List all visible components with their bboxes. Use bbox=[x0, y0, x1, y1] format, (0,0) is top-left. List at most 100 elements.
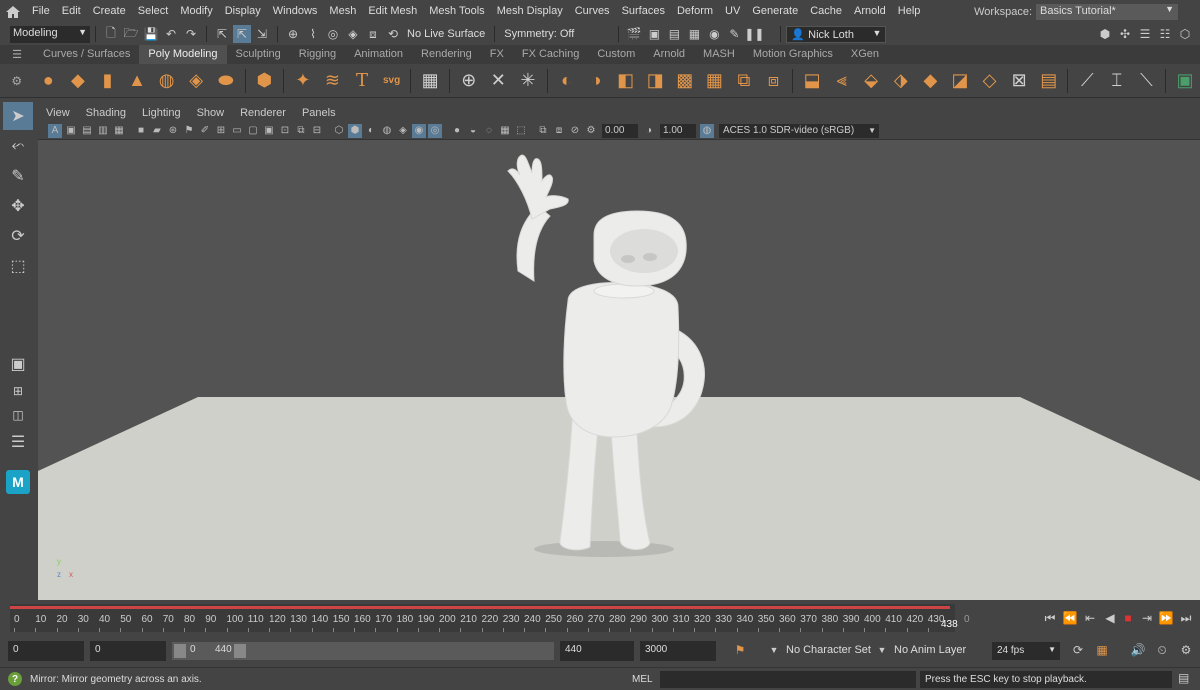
range-start-handle[interactable] bbox=[174, 644, 186, 658]
step-back-frame-icon[interactable]: ⇤ bbox=[1082, 610, 1098, 626]
view-transform-select[interactable]: ACES 1.0 SDR-video (sRGB) ▼ bbox=[719, 123, 879, 138]
color-management-icon[interactable]: ◍ bbox=[700, 123, 714, 138]
reset-transform-icon[interactable]: ✳ bbox=[514, 67, 542, 95]
combine-icon[interactable]: ◐ bbox=[553, 67, 581, 95]
outliner-icon[interactable]: ☰ bbox=[3, 428, 33, 456]
poly-disc-icon[interactable]: ⬬ bbox=[212, 67, 240, 95]
create-grid-icon[interactable]: ▦ bbox=[416, 67, 444, 95]
scale-tool-icon[interactable]: ⬚ bbox=[3, 252, 33, 280]
bevel-icon[interactable]: ⬙ bbox=[857, 67, 885, 95]
hypershade-icon[interactable]: ◉ bbox=[705, 25, 723, 43]
lock-camera-icon[interactable]: ▰ bbox=[150, 124, 164, 138]
gate-mask-icon[interactable]: ▣ bbox=[262, 124, 276, 138]
single-pane-layout-icon[interactable]: ▣ bbox=[3, 350, 33, 378]
make-live-icon[interactable]: ⟲ bbox=[384, 25, 402, 43]
screen-space-ao-icon[interactable]: ◎ bbox=[428, 123, 442, 138]
depth-of-field-icon[interactable]: ◌ bbox=[482, 124, 496, 138]
panel-menu-lighting[interactable]: Lighting bbox=[134, 107, 189, 119]
smooth-icon[interactable]: ▩ bbox=[671, 67, 699, 95]
playback-end-field[interactable]: 440 bbox=[560, 641, 634, 661]
user-account-select[interactable]: 👤 Nick Loth ▼ bbox=[786, 25, 887, 43]
isolate-select-icon[interactable]: ▦ bbox=[498, 124, 512, 138]
poly-type-icon[interactable]: T bbox=[348, 67, 376, 95]
rotate-tool-icon[interactable]: ⟳ bbox=[3, 222, 33, 250]
tab-xgen[interactable]: XGen bbox=[842, 45, 888, 64]
character-set-select[interactable]: No Character Set bbox=[786, 644, 871, 656]
tab-fx-caching[interactable]: FX Caching bbox=[513, 45, 588, 64]
use-lights-icon[interactable]: ◈ bbox=[396, 124, 410, 138]
range-end-handle[interactable] bbox=[234, 644, 246, 658]
tab-sculpting[interactable]: Sculpting bbox=[227, 45, 290, 64]
select-component-icon[interactable]: ⇲ bbox=[253, 25, 271, 43]
multi-cut-icon[interactable]: ⟋ bbox=[1073, 67, 1101, 95]
shadows-icon[interactable]: ◉ bbox=[412, 123, 426, 138]
bookmark-icon[interactable]: ▤ bbox=[80, 124, 94, 138]
viewport-panel[interactable]: View Shading Lighting Show Renderer Pane… bbox=[38, 104, 1200, 600]
menu-uv[interactable]: UV bbox=[719, 0, 746, 23]
wireframe-icon[interactable]: ⬡ bbox=[332, 124, 346, 138]
menu-mesh-tools[interactable]: Mesh Tools bbox=[423, 0, 490, 23]
smooth-shade-icon[interactable]: ⬢ bbox=[348, 123, 362, 138]
select-camera-icon[interactable]: A bbox=[48, 123, 62, 138]
symmetry-select[interactable]: Symmetry: Off bbox=[504, 28, 574, 40]
sound-icon[interactable]: 🔊 bbox=[1130, 642, 1146, 658]
help-icon[interactable]: ? bbox=[8, 672, 22, 686]
command-line-input[interactable] bbox=[660, 671, 916, 688]
select-hierarchy-icon[interactable]: ⇱ bbox=[213, 25, 231, 43]
channel-box-icon[interactable]: ⬡ bbox=[1176, 25, 1194, 43]
shelf-settings-icon[interactable]: ⚙ bbox=[0, 74, 34, 88]
arnold-render-icon[interactable]: ✎ bbox=[725, 25, 743, 43]
character-controls-icon[interactable]: ✣ bbox=[1116, 25, 1134, 43]
menu-mesh-display[interactable]: Mesh Display bbox=[491, 0, 569, 23]
two-pane-layout-icon[interactable]: ◫ bbox=[3, 404, 33, 426]
poly-sphere-icon[interactable]: ● bbox=[35, 67, 63, 95]
tool-settings-icon[interactable]: ☷ bbox=[1156, 25, 1174, 43]
ipr-render-icon[interactable]: ▤ bbox=[665, 25, 683, 43]
field-chart-icon[interactable]: ⊡ bbox=[278, 124, 292, 138]
fill-hole-icon[interactable]: ◪ bbox=[946, 67, 974, 95]
menuset-select[interactable]: Modeling ▼ bbox=[10, 25, 90, 43]
freeze-transform-icon[interactable]: ✕ bbox=[485, 67, 513, 95]
snap-curve-icon[interactable]: ⌇ bbox=[304, 25, 322, 43]
render-frame-icon[interactable]: ▣ bbox=[645, 25, 663, 43]
fps-select[interactable]: 24 fps ▼ bbox=[992, 642, 1060, 660]
center-pivot-icon[interactable]: ⊕ bbox=[455, 67, 483, 95]
menu-windows[interactable]: Windows bbox=[267, 0, 324, 23]
xray-joints-icon[interactable]: ⧉ bbox=[536, 124, 550, 138]
image-plane-icon[interactable]: ▥ bbox=[96, 124, 110, 138]
svg-icon[interactable]: svg bbox=[378, 67, 406, 95]
safe-title-icon[interactable]: ⊟ bbox=[310, 124, 324, 138]
poly-plane-icon[interactable]: ◈ bbox=[182, 67, 210, 95]
render-view-icon[interactable]: 🎬 bbox=[625, 25, 643, 43]
extract-icon[interactable]: ◧ bbox=[612, 67, 640, 95]
workspace-select[interactable]: Basics Tutorial* ▼ bbox=[1036, 3, 1178, 20]
select-tool-icon[interactable]: ➤ bbox=[3, 102, 33, 130]
anim-prefs-icon[interactable]: ⚙ bbox=[1178, 642, 1194, 658]
bevel-edges-icon[interactable]: ⬗ bbox=[887, 67, 915, 95]
poly-torus-icon[interactable]: ◍ bbox=[153, 67, 181, 95]
pause-icon[interactable]: ❚❚ bbox=[744, 25, 764, 43]
attribute-editor-icon[interactable]: ☰ bbox=[1136, 25, 1154, 43]
tab-fx[interactable]: FX bbox=[481, 45, 513, 64]
quad-draw-icon[interactable]: ▣ bbox=[1171, 67, 1199, 95]
menu-generate[interactable]: Generate bbox=[746, 0, 804, 23]
go-to-end-icon[interactable]: ⏭ bbox=[1178, 610, 1194, 626]
gamma-field[interactable]: 1.00 bbox=[660, 123, 696, 138]
menu-select[interactable]: Select bbox=[132, 0, 175, 23]
exposure-icon[interactable]: ⊘ bbox=[568, 124, 582, 138]
textured-icon[interactable]: ◍ bbox=[380, 124, 394, 138]
select-object-icon[interactable]: ⇱ bbox=[233, 25, 251, 43]
resolution-gate-icon[interactable]: ▢ bbox=[246, 124, 260, 138]
tab-curves-surfaces[interactable]: Curves / Surfaces bbox=[34, 45, 139, 64]
menu-create[interactable]: Create bbox=[87, 0, 132, 23]
menu-mesh[interactable]: Mesh bbox=[323, 0, 362, 23]
append-polygon-icon[interactable]: ◆ bbox=[917, 67, 945, 95]
save-scene-icon[interactable]: 💾 bbox=[142, 25, 160, 43]
panel-menu-show[interactable]: Show bbox=[189, 107, 233, 119]
snap-grid-icon[interactable]: ⊕ bbox=[284, 25, 302, 43]
boolean-icon[interactable]: ◨ bbox=[641, 67, 669, 95]
tab-poly-modeling[interactable]: Poly Modeling bbox=[139, 45, 227, 64]
camera-attributes-icon[interactable]: ▣ bbox=[64, 124, 78, 138]
home-icon[interactable] bbox=[0, 0, 26, 23]
super-shape-icon[interactable]: ✦ bbox=[289, 67, 317, 95]
